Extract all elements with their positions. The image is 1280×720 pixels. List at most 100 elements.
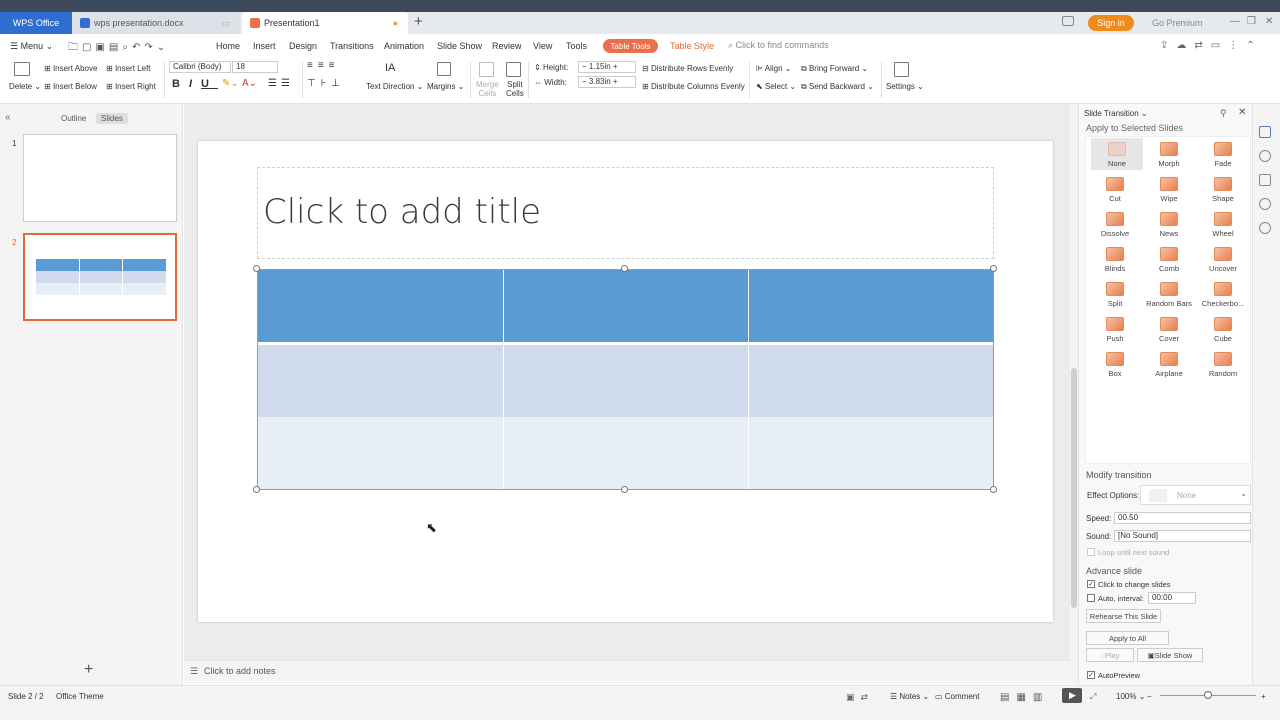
slide-thumbnail-2[interactable] — [23, 233, 177, 321]
auto-interval-checkbox[interactable] — [1087, 594, 1095, 602]
tab-insert[interactable]: Insert — [253, 41, 276, 51]
pin-icon[interactable]: ⚲ — [1220, 108, 1227, 119]
add-slide-plus-icon[interactable]: + — [84, 661, 93, 679]
transition-wheel[interactable]: Wheel — [1197, 208, 1249, 240]
resize-handle[interactable] — [990, 265, 997, 272]
settings-button[interactable]: Settings ⌄ — [886, 82, 924, 91]
loop-checkbox[interactable] — [1087, 548, 1095, 556]
slide-table[interactable] — [257, 269, 994, 490]
transition-none[interactable]: None — [1091, 138, 1143, 170]
unsaved-dot-icon[interactable]: ● — [393, 18, 398, 28]
menu-button[interactable]: ☰ Menu ⌄ — [10, 41, 53, 52]
transition-dissolve[interactable]: Dissolve — [1089, 208, 1141, 240]
zoom-fit-icon[interactable]: ⤢ — [1090, 692, 1096, 702]
play-slideshow-button[interactable]: ▶ — [1062, 688, 1082, 703]
font-color-icon[interactable]: A⌄ — [242, 78, 257, 89]
width-input[interactable]: − 3.83in + — [578, 76, 636, 88]
select-button[interactable]: ⬉ Select ⌄ — [756, 82, 796, 91]
play-button[interactable]: ◌ Play — [1086, 648, 1134, 662]
transition-news[interactable]: News — [1143, 208, 1195, 240]
insert-above-button[interactable]: ⊞ Insert Above — [44, 64, 97, 73]
notes-toggle[interactable]: ☰ Notes ⌄ — [890, 692, 929, 701]
font-size-select[interactable]: 18 — [232, 61, 278, 73]
scrollbar-thumb[interactable] — [1071, 368, 1077, 608]
transition-checkerboard[interactable]: Checkerbo... — [1197, 278, 1249, 310]
distribute-columns-button[interactable]: ⊞ Distribute Columns Evenly — [642, 82, 745, 91]
transition-cover[interactable]: Cover — [1143, 313, 1195, 345]
transition-box[interactable]: Box — [1089, 348, 1141, 380]
margins-button[interactable]: Margins ⌄ — [427, 82, 464, 91]
tab-table-tools[interactable]: Table Tools — [603, 39, 658, 53]
slide-thumbnail-1[interactable] — [23, 134, 177, 222]
transition-random[interactable]: Random — [1197, 348, 1249, 380]
close-pane-icon[interactable]: ✕ — [1238, 107, 1246, 118]
tab-animation[interactable]: Animation — [384, 41, 424, 51]
transition-uncover[interactable]: Uncover — [1197, 243, 1249, 275]
close-window-icon[interactable]: ✕ — [1265, 16, 1273, 27]
insert-below-button[interactable]: ⊞ Insert Below — [44, 82, 97, 91]
sound-select[interactable]: [No Sound] — [1114, 530, 1251, 542]
align-button[interactable]: ⊫ Align ⌄ — [756, 64, 791, 73]
quick-access-toolbar[interactable]: 🗀▢▣▤⌕↶↷⌄ — [68, 40, 169, 57]
transition-comb[interactable]: Comb — [1143, 243, 1195, 275]
notes-bar[interactable]: ☰ Click to add notes — [184, 660, 1070, 684]
height-input[interactable]: − 1.15in + — [578, 61, 636, 73]
transition-random-bars[interactable]: Random Bars — [1143, 278, 1195, 310]
tab-home[interactable]: Home — [216, 41, 240, 51]
new-tab-plus-icon[interactable]: + — [414, 13, 423, 30]
transition-split[interactable]: Split — [1089, 278, 1141, 310]
restore-icon[interactable]: ❐ — [1247, 16, 1256, 27]
tab-document[interactable]: wps presentation.docx ▭ — [72, 12, 240, 34]
auto-interval-input[interactable]: 00:00 — [1148, 592, 1196, 604]
merge-cells-button[interactable]: Merge Cells — [476, 80, 499, 98]
table-row[interactable] — [258, 345, 993, 417]
resize-handle[interactable] — [621, 265, 628, 272]
tab-design[interactable]: Design — [289, 41, 317, 51]
transition-cube[interactable]: Cube — [1197, 313, 1249, 345]
text-direction-button[interactable]: Text Direction ⌄ — [366, 82, 423, 91]
transition-morph[interactable]: Morph — [1143, 138, 1195, 170]
resize-handle[interactable] — [621, 486, 628, 493]
resize-handle[interactable] — [253, 486, 260, 493]
resize-handle[interactable] — [253, 265, 260, 272]
tab-tools[interactable]: Tools — [566, 41, 587, 51]
window-layout-icon[interactable] — [1062, 16, 1074, 26]
tab-wps-office[interactable]: WPS Office — [0, 12, 72, 34]
vertical-align-icons[interactable]: ⊤⊦⊥ — [307, 78, 345, 89]
slide-title-placeholder[interactable]: Click to add title — [263, 192, 541, 232]
transition-fade[interactable]: Fade — [1197, 138, 1249, 170]
pane-header-dropdown[interactable]: Slide Transition ⌄ — [1084, 109, 1148, 118]
horizontal-align-icons[interactable]: ≡≡≡ — [307, 60, 340, 71]
zoom-in-icon[interactable]: + — [1261, 692, 1266, 701]
properties-icon[interactable] — [1259, 174, 1271, 186]
help-icon[interactable] — [1259, 222, 1271, 234]
transition-pane-icon[interactable] — [1259, 126, 1271, 138]
history-icon[interactable] — [1259, 198, 1271, 210]
tab-transitions[interactable]: Transitions — [330, 41, 374, 51]
tab-review[interactable]: Review — [492, 41, 522, 51]
go-premium-link[interactable]: Go Premium — [1152, 18, 1203, 28]
split-cells-button[interactable]: Split Cells — [506, 80, 524, 98]
minimize-icon[interactable]: — — [1230, 16, 1240, 27]
vertical-scrollbar[interactable] — [1070, 104, 1078, 684]
delete-button[interactable]: Delete ⌄ — [9, 82, 41, 91]
list-icons[interactable]: ☰☰ — [268, 78, 294, 89]
send-backward-button[interactable]: ⧉ Send Backward ⌄ — [801, 82, 874, 92]
view-mode-icons[interactable]: ▤▦▥ — [1000, 692, 1049, 703]
tab-table-style[interactable]: Table Style — [670, 41, 714, 51]
comment-button[interactable]: ▭ Comment — [935, 692, 979, 701]
resize-handle[interactable] — [990, 486, 997, 493]
tab-view[interactable]: View — [533, 41, 552, 51]
highlight-color-icon[interactable]: ✎⌄ — [222, 78, 239, 89]
zoom-level[interactable]: 100% ⌄ — [1116, 692, 1145, 701]
transition-blinds[interactable]: Blinds — [1089, 243, 1141, 275]
transition-wipe[interactable]: Wipe — [1143, 173, 1195, 205]
table-row[interactable] — [258, 417, 993, 489]
tab-slides[interactable]: Slides — [96, 113, 128, 124]
slide-show-button[interactable]: ▣ Slide Show — [1137, 648, 1203, 662]
insert-right-button[interactable]: ⊞ Insert Right — [106, 82, 156, 91]
speed-input[interactable]: 00.50 — [1114, 512, 1251, 524]
zoom-slider-thumb[interactable] — [1204, 691, 1212, 699]
text-format-buttons[interactable]: BIU — [172, 78, 218, 90]
animation-icon[interactable] — [1259, 150, 1271, 162]
